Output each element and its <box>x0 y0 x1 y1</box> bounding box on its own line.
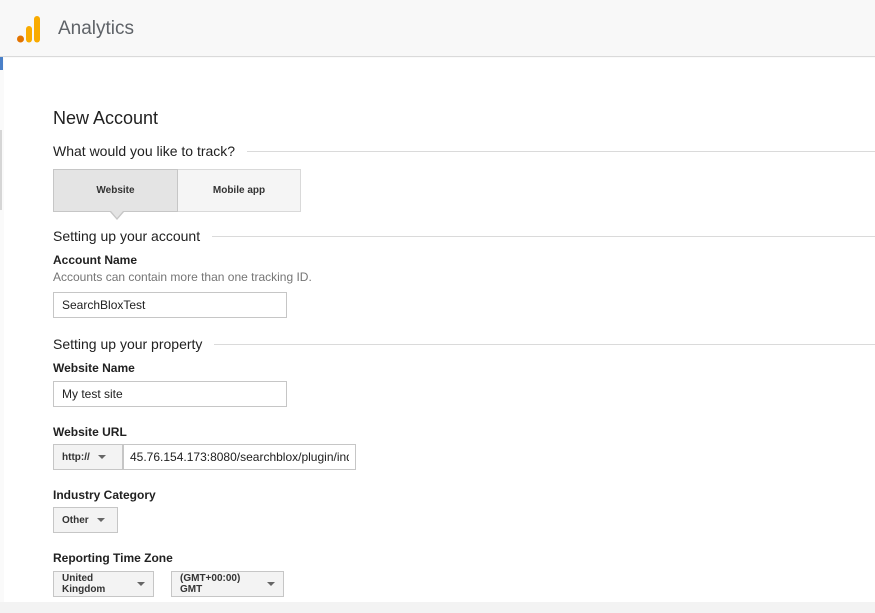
reporting-time-zone-label: Reporting Time Zone <box>53 551 173 565</box>
country-dropdown[interactable]: United Kingdom <box>53 571 154 597</box>
track-type-toggle: Website Mobile app <box>53 169 301 220</box>
window-edge-lower <box>0 130 2 210</box>
website-url-input[interactable] <box>123 444 356 470</box>
selected-caret <box>111 211 123 218</box>
chevron-down-icon <box>96 518 105 522</box>
track-section-header: What would you like to track? <box>53 141 875 161</box>
property-section-label: Setting up your property <box>53 336 215 352</box>
website-name-label: Website Name <box>53 361 135 375</box>
account-section-label: Setting up your account <box>53 228 213 244</box>
track-section-label: What would you like to track? <box>53 143 248 159</box>
protocol-dropdown[interactable]: http:// <box>53 444 123 470</box>
property-section-header: Setting up your property <box>53 334 875 354</box>
industry-category-label: Industry Category <box>53 488 156 502</box>
account-name-help: Accounts can contain more than one track… <box>53 270 312 284</box>
protocol-value: http:// <box>62 451 90 463</box>
account-name-label: Account Name <box>53 253 138 267</box>
divider <box>212 235 875 237</box>
industry-category-value: Other <box>62 514 89 526</box>
website-option-label: Website <box>96 185 135 196</box>
time-zone-value: (GMT+00:00) GMT <box>180 573 241 595</box>
mobile-app-option-button[interactable]: Mobile app <box>178 169 301 212</box>
industry-category-dropdown[interactable]: Other <box>53 507 118 533</box>
mobile-app-option-label: Mobile app <box>212 185 266 196</box>
app-title: Analytics <box>58 18 135 39</box>
account-name-input[interactable] <box>53 292 287 318</box>
website-url-label: Website URL <box>53 425 127 439</box>
bottom-strip <box>0 602 875 613</box>
page-title: New Account <box>53 108 159 128</box>
divider <box>247 150 875 152</box>
country-value: United Kingdom <box>62 573 106 595</box>
chevron-down-icon <box>137 582 145 586</box>
chevron-down-icon <box>97 455 106 459</box>
analytics-bars-icon <box>17 16 40 43</box>
website-name-input[interactable] <box>53 381 287 407</box>
chevron-down-icon <box>267 582 275 586</box>
app-header: Analytics <box>0 0 875 57</box>
website-option-button[interactable]: Website <box>53 169 178 220</box>
divider <box>214 343 875 345</box>
account-section-header: Setting up your account <box>53 226 875 246</box>
time-zone-dropdown[interactable]: (GMT+00:00) GMT <box>171 571 284 597</box>
new-account-form: New Account What would you like to track… <box>4 58 875 602</box>
